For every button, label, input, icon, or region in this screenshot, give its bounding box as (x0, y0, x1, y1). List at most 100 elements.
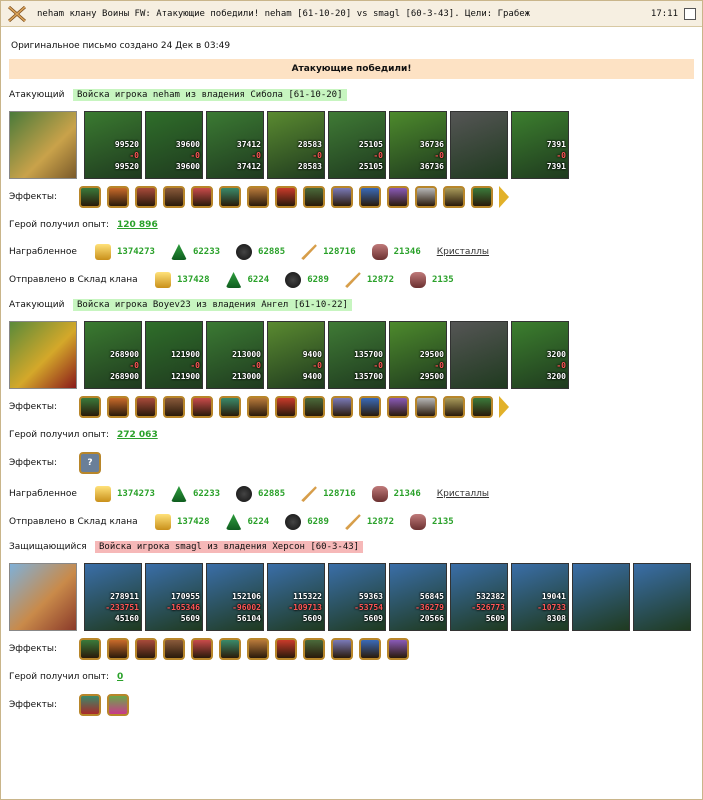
ore-icon (236, 486, 253, 502)
resource-value: 128716 (323, 247, 356, 257)
effect-icon[interactable] (191, 396, 213, 418)
select-checkbox[interactable] (684, 7, 696, 20)
hero-portrait[interactable] (9, 111, 77, 179)
effect-icon[interactable] (303, 638, 325, 660)
unit-slot[interactable]: 28583 -0 28583 (267, 111, 325, 179)
effect-icon[interactable] (275, 396, 297, 418)
hero-portrait[interactable] (9, 321, 77, 389)
unit-slot[interactable]: 37412 -0 37412 (206, 111, 264, 179)
unit-slot[interactable]: 170955 -165346 5609 (145, 563, 203, 631)
effect-icon[interactable] (303, 396, 325, 418)
more-effects-arrow-icon[interactable] (499, 396, 509, 418)
effect-icon[interactable] (191, 638, 213, 660)
resource-gold: 137428 (155, 514, 210, 530)
effect-icon[interactable] (331, 396, 353, 418)
resource-merc: 12872 (344, 514, 394, 530)
unit-slot[interactable]: 36736 -0 36736 (389, 111, 447, 179)
effect-icon[interactable] (387, 186, 409, 208)
effect-icon[interactable] (471, 186, 493, 208)
effect-icon[interactable] (79, 186, 101, 208)
effect-icon[interactable] (107, 396, 129, 418)
effect-icon[interactable] (471, 396, 493, 418)
unit-slot[interactable]: 25105 -0 25105 (328, 111, 386, 179)
unit-slot[interactable]: 152106 -96002 56104 (206, 563, 264, 631)
effect-icon[interactable] (135, 186, 157, 208)
exp-value[interactable]: 272 063 (117, 430, 158, 440)
figure-effect-icon[interactable] (107, 694, 129, 716)
effect-icon[interactable] (275, 638, 297, 660)
effect-icon[interactable] (415, 186, 437, 208)
effect-icon[interactable] (331, 186, 353, 208)
unit-count: 7391 (546, 162, 566, 171)
effect-icon[interactable] (359, 186, 381, 208)
unit-slot[interactable]: 278911 -233751 45160 (84, 563, 142, 631)
effect-icon[interactable] (415, 396, 437, 418)
effect-icon[interactable] (387, 396, 409, 418)
effect-icon[interactable] (163, 396, 185, 418)
hero-portrait[interactable] (9, 563, 77, 631)
unit-count: 135700 (354, 372, 383, 381)
effect-icon[interactable] (331, 638, 353, 660)
effect-icon[interactable] (107, 186, 129, 208)
effect-icon[interactable] (443, 396, 465, 418)
more-effects-arrow-icon[interactable] (499, 186, 509, 208)
effect-icon[interactable] (443, 186, 465, 208)
army-tag[interactable]: Войска игрока smagl из владения Херсон [… (95, 541, 364, 553)
effect-icon[interactable] (107, 638, 129, 660)
unit-slot[interactable]: 3200 -0 3200 (511, 321, 569, 389)
army-tag[interactable]: Войска игрока neham из владения Сибола [… (73, 89, 347, 101)
unit-count: 5609 (485, 614, 505, 623)
effect-icon[interactable] (79, 396, 101, 418)
unit-slot[interactable]: 56845 -36279 20566 (389, 563, 447, 631)
crystals-link[interactable]: Кристаллы (437, 247, 489, 257)
effect-icon[interactable] (219, 396, 241, 418)
unit-slot[interactable]: 532382 -526773 5609 (450, 563, 508, 631)
army-tag[interactable]: Войска игрока Boyev23 из владения Ангел … (73, 299, 352, 311)
exp-value[interactable]: 0 (117, 672, 123, 682)
loot-label: Награбленное (9, 489, 77, 499)
effect-icon[interactable] (163, 638, 185, 660)
unit-slot[interactable] (633, 563, 691, 631)
unit-slot[interactable] (572, 563, 630, 631)
unit-slot[interactable] (450, 321, 508, 389)
effect-icon[interactable] (247, 638, 269, 660)
unit-slot[interactable]: 121900 -0 121900 (145, 321, 203, 389)
unit-slot[interactable]: 19041 -10733 8308 (511, 563, 569, 631)
unit-slot[interactable]: 59363 -53754 5609 (328, 563, 386, 631)
unit-slot[interactable]: 213000 -0 213000 (206, 321, 264, 389)
effect-icon[interactable] (359, 638, 381, 660)
effect-icon[interactable] (191, 186, 213, 208)
attacker2-effects-row: Эффекты: (9, 395, 694, 419)
effect-icon[interactable] (247, 186, 269, 208)
unit-slot[interactable]: 9400 -0 9400 (267, 321, 325, 389)
effect-icon[interactable] (219, 638, 241, 660)
unit-slot[interactable] (450, 111, 508, 179)
unit-slot[interactable]: 115322 -109713 5609 (267, 563, 325, 631)
unit-slot[interactable]: 39600 -0 39600 (145, 111, 203, 179)
gold-icon (95, 244, 111, 260)
unit-count: 36736 (419, 162, 444, 171)
crystals-link[interactable]: Кристаллы (437, 489, 489, 499)
unknown-effect-icon[interactable]: ? (79, 452, 101, 474)
unit-slot[interactable]: 7391 -0 7391 (511, 111, 569, 179)
effect-icon[interactable] (219, 186, 241, 208)
effect-icon[interactable] (135, 396, 157, 418)
shield-effect-icon[interactable] (79, 694, 101, 716)
exp-value[interactable]: 120 896 (117, 220, 158, 230)
effect-icon[interactable] (163, 186, 185, 208)
unit-count: 9400 (302, 350, 322, 359)
unit-count: 25105 (358, 140, 383, 149)
gold-icon (155, 272, 171, 288)
effect-icon[interactable] (275, 186, 297, 208)
resource-value: 62885 (258, 489, 286, 499)
effect-icon[interactable] (247, 396, 269, 418)
effect-icon[interactable] (387, 638, 409, 660)
effect-icon[interactable] (135, 638, 157, 660)
effect-icon[interactable] (79, 638, 101, 660)
unit-slot[interactable]: 135700 -0 135700 (328, 321, 386, 389)
unit-slot[interactable]: 268900 -0 268900 (84, 321, 142, 389)
effect-icon[interactable] (359, 396, 381, 418)
unit-slot[interactable]: 99520 -0 99520 (84, 111, 142, 179)
effect-icon[interactable] (303, 186, 325, 208)
unit-slot[interactable]: 29500 -0 29500 (389, 321, 447, 389)
